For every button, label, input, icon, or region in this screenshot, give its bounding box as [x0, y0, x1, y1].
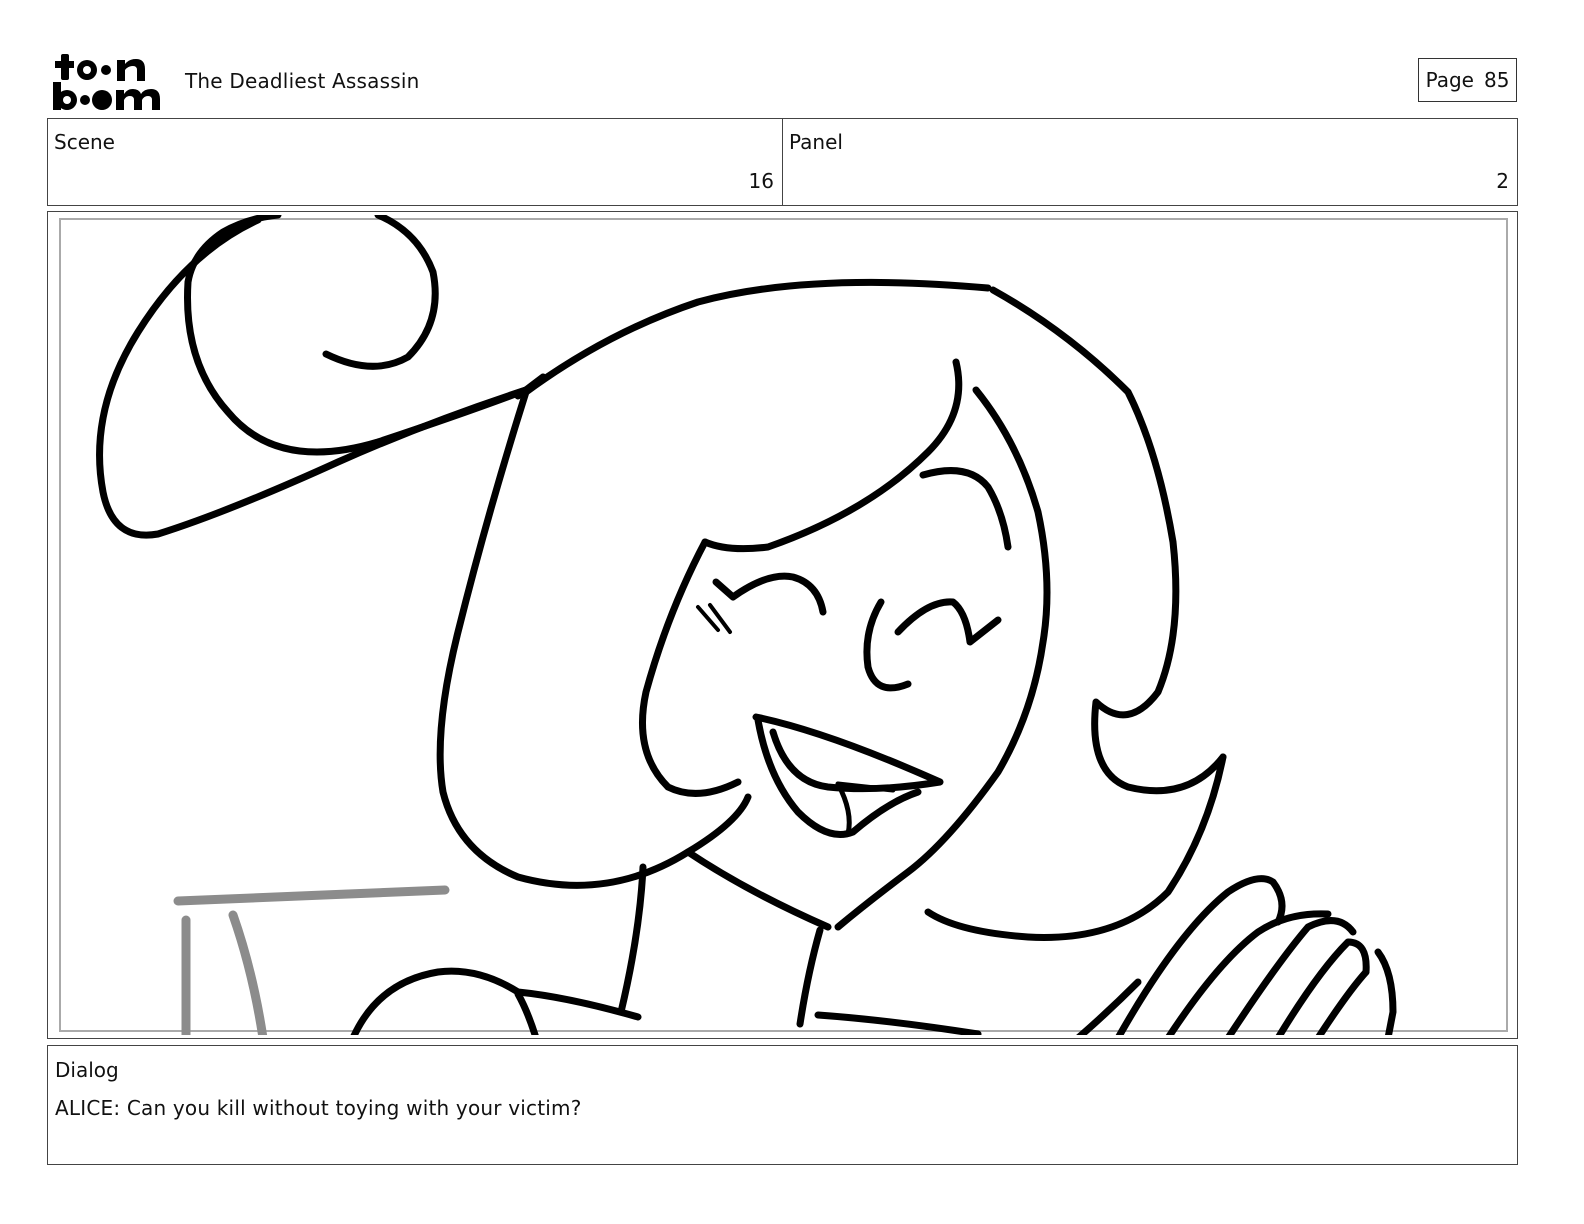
neck — [617, 863, 647, 1016]
scene-panel-row: Scene 16 Panel 2 — [47, 118, 1518, 206]
page-number: 85 — [1483, 68, 1510, 92]
panel-drawing — [59, 215, 1508, 1035]
panel-cell: Panel 2 — [782, 119, 1517, 205]
page-label: Page — [1425, 68, 1474, 92]
left-eye — [712, 572, 827, 616]
face-outline — [701, 358, 963, 553]
mouth — [752, 713, 944, 793]
toon-boom-logo — [53, 54, 160, 110]
page-indicator: Page 85 — [1418, 58, 1517, 102]
scene-number: 16 — [748, 169, 774, 193]
dialog-label: Dialog — [55, 1058, 119, 1082]
scene-label: Scene — [54, 130, 115, 154]
shoulder — [350, 967, 642, 1035]
nose — [863, 598, 912, 692]
dialog-text: ALICE: Can you kill without toying with … — [55, 1096, 582, 1120]
right-eye — [894, 598, 1002, 646]
document-title: The Deadliest Assassin — [185, 69, 420, 93]
panel-number: 2 — [1496, 169, 1509, 193]
hair-swirl — [96, 216, 530, 539]
panel-label: Panel — [789, 130, 843, 154]
hair-outline — [522, 278, 992, 396]
dialog-box: Dialog ALICE: Can you kill without toyin… — [47, 1045, 1518, 1165]
scene-cell: Scene 16 — [48, 119, 782, 205]
storyboard-panel — [47, 211, 1518, 1039]
clasped-hands — [1076, 875, 1397, 1035]
background-sketch — [173, 885, 450, 1035]
